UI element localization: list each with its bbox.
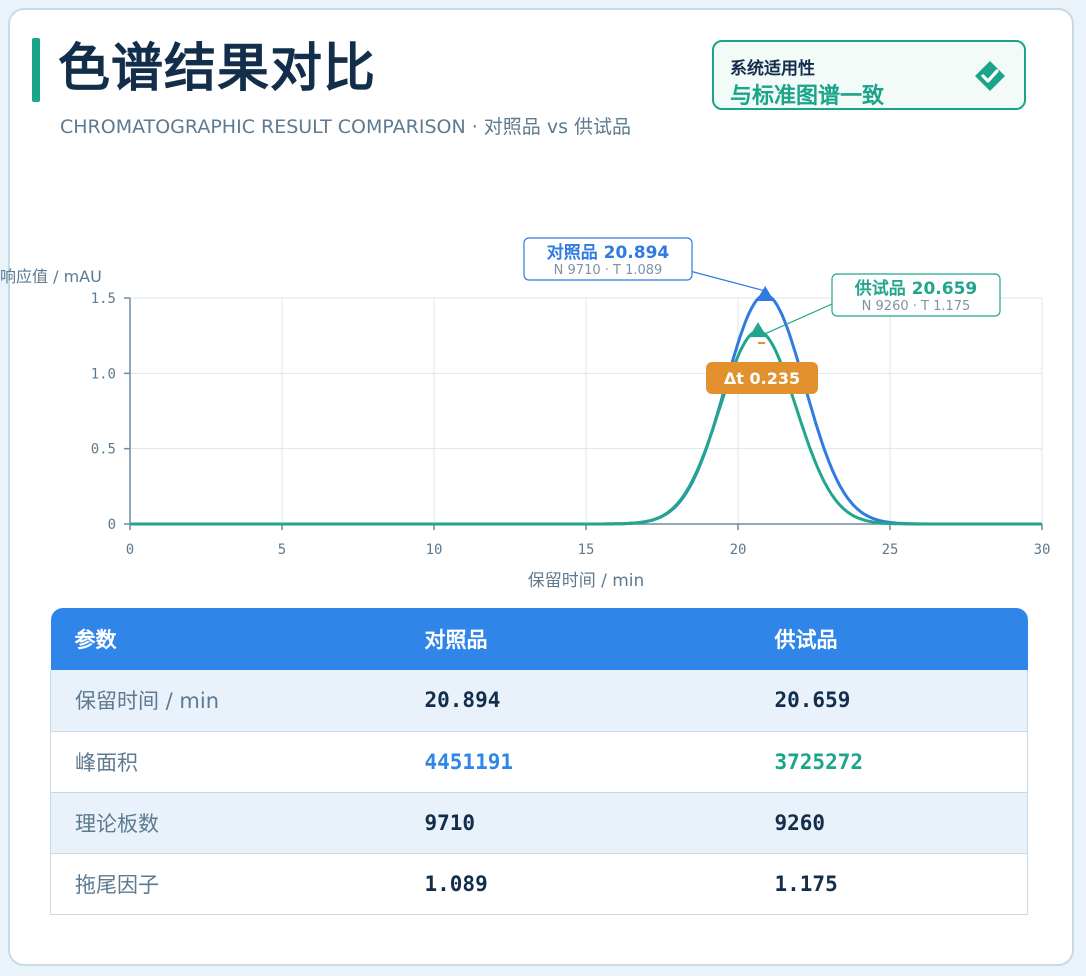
- row-sample-value: 1.175: [774, 871, 838, 896]
- y-tick-label: 0.5: [91, 442, 116, 458]
- table-row: 理论板数 9710 9260: [50, 792, 1028, 853]
- header-param: 参数: [74, 628, 117, 652]
- chromatogram-chart: 0 5 10 15 20 25 30 0 0.5 1.0 1.5 保留时间 / min 响应值 / mA…: [0, 237, 1051, 591]
- reference-annotation-title: 对照品 20.894: [547, 242, 670, 263]
- row-ref-value: 20.894: [424, 688, 501, 713]
- comparison-table: 参数 对照品 供试品 保留时间 / min 20.894 20.659 峰面积 …: [50, 608, 1028, 915]
- reference-annotation-sub: N 9710 · T 1.089: [554, 263, 663, 278]
- sample-annotation-sub: N 9260 · T 1.175: [862, 299, 971, 314]
- delta-badge-label: Δt 0.235: [724, 369, 800, 388]
- annotation-layer: 对照品 20.894N 9710 · T 1.089 供试品 20.659N 92…: [523, 237, 1001, 394]
- row-sample-value: 20.659: [774, 688, 851, 713]
- table-header-row: 参数 对照品 供试品: [50, 608, 1028, 670]
- table-row: 拖尾因子 1.089 1.175: [50, 853, 1028, 914]
- grid-layer: [129, 297, 1043, 525]
- x-tick-label: 25: [882, 542, 899, 558]
- sample-leader-line: [761, 303, 833, 336]
- row-ref-value: 1.089: [424, 871, 488, 896]
- reference-leader-line: [685, 269, 766, 292]
- x-tick-label: 10: [426, 542, 443, 558]
- y-tick-label: 0: [108, 517, 116, 533]
- row-sample-value: 3725272: [774, 749, 864, 774]
- row-label: 拖尾因子: [75, 872, 159, 897]
- row-label: 理论板数: [75, 811, 159, 836]
- y-axis-title: 响应值 / mAU: [0, 267, 102, 286]
- table-row: 保留时间 / min 20.894 20.659: [50, 670, 1028, 731]
- x-axis-title: 保留时间 / min: [528, 571, 645, 591]
- row-sample-value: 9260: [774, 810, 826, 835]
- y-tick-label: 1.0: [91, 366, 116, 382]
- row-ref-value: 9710: [424, 810, 476, 835]
- sample-annotation-title: 供试品 20.659: [854, 278, 978, 299]
- row-label: 峰面积: [75, 750, 138, 775]
- reference-peak-marker: [756, 285, 775, 301]
- x-tick-label: 5: [278, 542, 286, 558]
- row-label: 保留时间 / min: [75, 689, 220, 714]
- x-tick-label: 30: [1034, 542, 1051, 558]
- x-tick-label: 0: [126, 542, 134, 558]
- header-reference: 对照品: [424, 628, 488, 652]
- sample-peak-marker: [749, 322, 768, 338]
- y-tick-label: 1.5: [91, 291, 116, 307]
- x-tick-label: 15: [578, 542, 595, 558]
- row-ref-value: 4451191: [424, 749, 514, 774]
- table-row: 峰面积 4451191 3725272: [50, 731, 1028, 792]
- header-sample: 供试品: [774, 628, 838, 652]
- x-tick-label: 20: [730, 542, 747, 558]
